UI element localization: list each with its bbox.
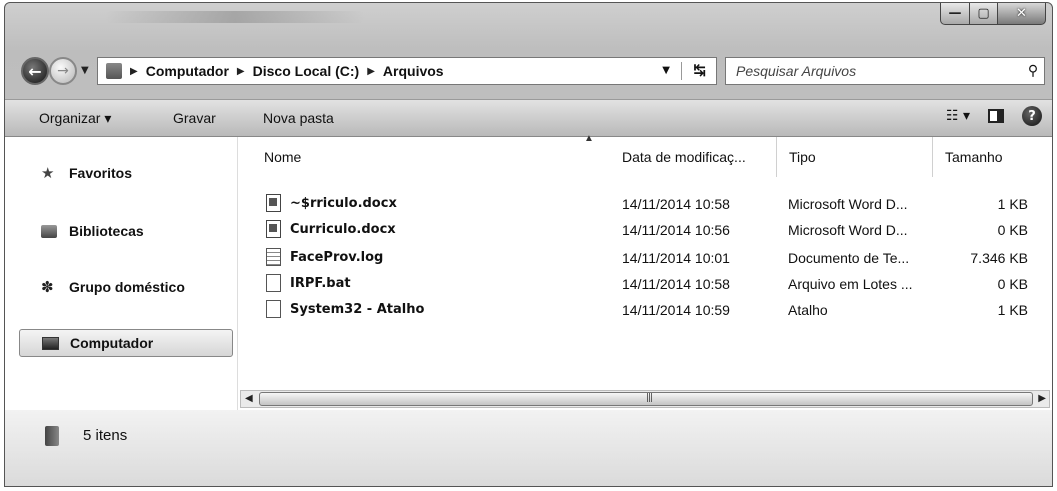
arrow-right-icon: →: [57, 63, 69, 79]
table-row[interactable]: FaceProv.log 14/11/2014 10:01 Documento …: [238, 247, 1052, 269]
file-date: 14/11/2014 10:58: [622, 276, 730, 292]
text-file-icon: [266, 248, 281, 266]
column-header-type[interactable]: Tipo: [776, 137, 932, 177]
minimize-button[interactable]: —: [940, 3, 970, 25]
column-header-size[interactable]: Tamanho: [932, 137, 1032, 177]
column-header-name[interactable]: Nome: [252, 137, 610, 177]
address-divider: [681, 62, 682, 80]
sidebar-item-label: Grupo doméstico: [69, 279, 185, 295]
breadcrumb-local-disk[interactable]: Disco Local (C:): [253, 63, 360, 79]
column-header-date[interactable]: Data de modificaç...: [610, 137, 776, 177]
folder-icon: [45, 426, 59, 446]
file-type: Microsoft Word D...: [788, 222, 908, 238]
horizontal-scrollbar[interactable]: ◀ ||| ▶: [240, 390, 1050, 408]
file-type: Atalho: [788, 302, 828, 318]
back-button[interactable]: ←: [21, 57, 49, 85]
file-date: 14/11/2014 10:01: [622, 250, 730, 266]
file-size: 0 KB: [997, 222, 1028, 238]
chevron-right-icon[interactable]: ▶: [367, 66, 375, 77]
blank-file-icon: [266, 274, 281, 292]
chevron-right-icon[interactable]: ▶: [130, 66, 138, 77]
address-bar[interactable]: ▶ Computador ▶ Disco Local (C:) ▶ Arquiv…: [97, 57, 717, 85]
breadcrumb-computer[interactable]: Computador: [146, 63, 229, 79]
column-header-label: Data de modificaç...: [622, 149, 746, 165]
sidebar-item-favoritos[interactable]: ★ Favoritos: [19, 159, 233, 187]
file-date: 14/11/2014 10:56: [622, 222, 730, 238]
view-options-icon[interactable]: ☷ ▾: [946, 108, 970, 124]
file-name: Curriculo.docx: [290, 222, 396, 237]
search-box: ⚲: [725, 57, 1045, 85]
file-name: ~$rriculo.docx: [290, 196, 397, 211]
computer-icon: [42, 336, 59, 350]
library-icon: [41, 224, 57, 238]
sidebar-item-grupo-domestico[interactable]: ✽ Grupo doméstico: [19, 273, 233, 301]
forward-button[interactable]: →: [49, 57, 77, 85]
table-row[interactable]: System32 - Atalho 14/11/2014 10:59 Atalh…: [238, 299, 1052, 321]
sidebar-item-computador[interactable]: Computador: [19, 329, 233, 357]
file-type: Arquivo em Lotes ...: [788, 276, 913, 292]
refresh-icon[interactable]: ↹: [693, 61, 706, 79]
file-type: Documento de Te...: [788, 250, 910, 266]
file-name: FaceProv.log: [290, 250, 384, 265]
sidebar-item-label: Favoritos: [69, 165, 133, 181]
file-list: Nome ▲ Data de modificaç... Tipo Tamanho…: [238, 133, 1052, 410]
column-headers: Nome ▲ Data de modificaç... Tipo Tamanho: [238, 133, 1052, 177]
blank-file-icon: [266, 300, 281, 318]
maximize-button[interactable]: ▢: [970, 3, 998, 25]
scroll-right-icon[interactable]: ▶: [1038, 393, 1046, 404]
scrollbar-thumb[interactable]: |||: [259, 392, 1033, 406]
arrow-left-icon: ←: [28, 61, 42, 81]
chevron-down-icon[interactable]: ▼: [662, 65, 670, 76]
file-size: 0 KB: [997, 276, 1028, 292]
table-row[interactable]: IRPF.bat 14/11/2014 10:58 Arquivo em Lot…: [238, 273, 1052, 295]
sidebar-item-bibliotecas[interactable]: Bibliotecas: [19, 217, 233, 245]
word-doc-icon: [266, 194, 281, 212]
column-header-label: Tamanho: [945, 149, 1003, 165]
file-date: 14/11/2014 10:59: [622, 302, 730, 318]
sort-ascending-icon: ▲: [584, 133, 594, 144]
word-doc-icon: [266, 220, 281, 238]
grip-icon: |||: [646, 393, 653, 403]
file-size: 1 KB: [997, 302, 1028, 318]
file-name: System32 - Atalho: [290, 302, 425, 317]
details-pane: 5 itens: [5, 410, 1052, 486]
navigation-pane: ★ Favoritos Bibliotecas ✽ Grupo doméstic…: [5, 137, 238, 410]
scroll-left-icon[interactable]: ◀: [245, 393, 253, 404]
file-name: IRPF.bat: [290, 276, 351, 291]
preview-pane-icon[interactable]: [988, 109, 1004, 123]
organize-button[interactable]: Organizar ▾: [39, 110, 111, 127]
title-bar[interactable]: — ▢ ✕: [5, 3, 1052, 49]
navigation-row: ← → ▼ ▶ Computador ▶ Disco Local (C:) ▶ …: [5, 51, 1052, 91]
sidebar-item-label: Bibliotecas: [69, 223, 144, 239]
table-row[interactable]: ~$rriculo.docx 14/11/2014 10:58 Microsof…: [238, 193, 1052, 215]
help-icon[interactable]: ?: [1022, 106, 1042, 126]
column-header-label: Nome: [264, 149, 302, 165]
table-row[interactable]: Curriculo.docx 14/11/2014 10:56 Microsof…: [238, 219, 1052, 241]
search-input[interactable]: [734, 59, 1022, 83]
burn-button[interactable]: Gravar: [173, 110, 216, 126]
chevron-right-icon[interactable]: ▶: [237, 66, 245, 77]
sidebar-item-label: Computador: [70, 335, 154, 351]
title-text-blur: [105, 11, 365, 23]
search-icon[interactable]: ⚲: [1022, 63, 1044, 79]
explorer-window: — ▢ ✕ ← → ▼ ▶ Computador ▶ Disco Local (…: [4, 2, 1053, 487]
file-size: 1 KB: [997, 196, 1028, 212]
close-button[interactable]: ✕: [998, 3, 1046, 25]
file-type: Microsoft Word D...: [788, 196, 908, 212]
item-count: 5 itens: [83, 427, 128, 444]
star-icon: ★: [41, 165, 55, 182]
file-date: 14/11/2014 10:58: [622, 196, 730, 212]
command-bar: Organizar ▾ Gravar Nova pasta ☷ ▾ ?: [5, 99, 1052, 137]
column-header-label: Tipo: [789, 149, 816, 165]
folder-icon: [106, 63, 122, 79]
new-folder-button[interactable]: Nova pasta: [263, 110, 334, 126]
breadcrumb-arquivos[interactable]: Arquivos: [383, 63, 444, 79]
file-size: 7.346 KB: [970, 250, 1028, 266]
recent-pages-dropdown[interactable]: ▼: [81, 65, 89, 76]
homegroup-icon: ✽: [41, 279, 54, 296]
window-controls: — ▢ ✕: [940, 3, 1046, 25]
content-area: ★ Favoritos Bibliotecas ✽ Grupo doméstic…: [5, 133, 1052, 411]
